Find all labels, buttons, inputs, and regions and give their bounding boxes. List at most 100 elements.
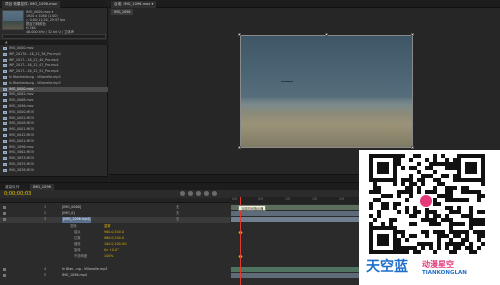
- layer-name[interactable]: [IMG_0]: [62, 211, 75, 217]
- property-value[interactable]: 100%: [104, 254, 113, 260]
- qr-module: [453, 166, 457, 170]
- property-value[interactable]: 100.0,100.0%: [104, 242, 127, 248]
- transform-handle[interactable]: [238, 33, 241, 36]
- qr-module: [401, 178, 405, 182]
- layer-name[interactable]: [IMG_1096.mp4]: [62, 217, 92, 223]
- tab-project[interactable]: 项目 效果控件: IMG_1096.mov: [2, 1, 60, 8]
- property-row[interactable]: 旋转 0x +0.0°: [0, 248, 230, 254]
- project-file-item[interactable]: In Blankenburg - Villanelle.mp3: [0, 75, 108, 80]
- transform-handle[interactable]: [411, 146, 414, 149]
- qr-module: [449, 198, 453, 202]
- project-search-input[interactable]: [2, 34, 106, 39]
- project-file-item[interactable]: IMG_1096.mov: [0, 145, 108, 150]
- property-row[interactable]: 不透明度 100%: [0, 254, 230, 260]
- project-file-item[interactable]: IMG_0000.mov: [0, 46, 108, 51]
- speaker-icon[interactable]: [3, 268, 6, 271]
- eye-icon[interactable]: [3, 274, 6, 277]
- project-file-item[interactable]: WP_2017...16_22_47_Pro.mp4: [0, 63, 108, 68]
- qr-module: [409, 158, 413, 162]
- qr-module: [393, 206, 397, 210]
- qr-module: [453, 186, 457, 190]
- project-file-item[interactable]: IMG_0068.mov: [0, 98, 108, 103]
- layer-row[interactable]: 2 [IMG_0] 无: [0, 211, 230, 217]
- qr-module: [457, 242, 461, 246]
- project-file-item[interactable]: IMG_5862.MOV: [0, 150, 108, 155]
- project-file-item[interactable]: IMG_0000.MOV: [0, 110, 108, 115]
- qr-module: [409, 222, 413, 226]
- ruler-tick: 05f: [258, 197, 264, 201]
- graph-editor-icon[interactable]: [212, 191, 217, 196]
- project-file-item[interactable]: IMG_0000.mov: [0, 86, 108, 92]
- project-file-item[interactable]: IMG_5838.MOV: [0, 168, 108, 173]
- tab-comp-timeline[interactable]: IMG_1096: [30, 184, 54, 190]
- project-file-item[interactable]: In Blankenburg - Villanelle.mp3: [0, 81, 108, 86]
- project-file-item[interactable]: IMG_1096.mov: [0, 104, 108, 109]
- property-row[interactable]: 缩放 100.0,100.0%: [0, 242, 230, 248]
- qr-module: [393, 218, 397, 222]
- property-value[interactable]: 960.0,540.0: [104, 230, 124, 236]
- qr-module: [425, 158, 429, 162]
- layer-name[interactable]: IMG_1096.mp4: [62, 273, 87, 279]
- property-row[interactable]: 锚点 960.0,540.0: [0, 230, 230, 236]
- layer-name[interactable]: In Blan...ng - Villanelle.mp3: [62, 267, 107, 273]
- property-value[interactable]: 960.0,540.0: [104, 236, 124, 242]
- eye-icon[interactable]: [3, 218, 6, 221]
- motion-blur-icon[interactable]: [204, 191, 209, 196]
- qr-module: [461, 238, 465, 242]
- layer-row[interactable]: 1 [IMG_0068] 无: [0, 205, 230, 211]
- qr-module: [437, 182, 441, 186]
- project-file-item[interactable]: IMG_5835.MOV: [0, 162, 108, 167]
- property-value[interactable]: 重置: [104, 224, 111, 230]
- transform-handle[interactable]: [238, 146, 241, 149]
- composition-canvas[interactable]: [240, 35, 413, 148]
- ship-silhouette: [281, 81, 293, 82]
- project-file-item[interactable]: IMG_0062.mov: [0, 92, 108, 97]
- footage-icon: [3, 87, 7, 91]
- qr-module: [421, 178, 425, 182]
- frame-blend-icon[interactable]: [196, 191, 201, 196]
- qr-module: [397, 162, 401, 166]
- qr-module: [453, 162, 457, 166]
- eye-icon[interactable]: [3, 206, 6, 209]
- brand-subtitle: 动漫星空: [422, 260, 454, 269]
- property-row[interactable]: 位置 960.0,540.0: [0, 236, 230, 242]
- layer-row[interactable]: 3 [IMG_1096.mp4] 无: [0, 217, 230, 223]
- property-value[interactable]: 0x +0.0°: [104, 248, 119, 254]
- viewer-subtab[interactable]: IMG_1096: [111, 9, 134, 15]
- project-file-item[interactable]: IMG_0002.MOV: [0, 116, 108, 121]
- property-row[interactable]: 变换 重置: [0, 224, 230, 230]
- qr-module: [369, 222, 373, 226]
- qr-module: [373, 198, 377, 202]
- footage-icon: [3, 70, 7, 74]
- qr-module: [373, 190, 377, 194]
- project-file-item[interactable]: WP_2017...16_22_40_Pro.mp4: [0, 58, 108, 63]
- layer-row[interactable]: 4 In Blan...ng - Villanelle.mp3: [0, 267, 230, 273]
- layer-parent[interactable]: 无: [176, 211, 179, 217]
- project-file-item[interactable]: WP_2017...16_22_51_Pro.mp4: [0, 69, 108, 74]
- tab-render-queue[interactable]: 渲染队列: [2, 184, 22, 190]
- project-file-item[interactable]: WP_20170...16_22_36_Pro.mp4: [0, 52, 108, 57]
- project-file-item[interactable]: IMG_0001.MOV: [0, 139, 108, 144]
- eye-icon[interactable]: [3, 212, 6, 215]
- layer-parent[interactable]: 无: [176, 205, 179, 211]
- project-file-item[interactable]: IMG_0042.MOV: [0, 133, 108, 138]
- qr-module: [473, 218, 477, 222]
- layer-name[interactable]: [IMG_0068]: [62, 205, 81, 211]
- footage-icon: [3, 93, 7, 97]
- qr-module: [401, 182, 405, 186]
- qr-module: [433, 162, 437, 166]
- current-timecode[interactable]: 0;00;00;03: [4, 191, 31, 197]
- file-name: IMG_0000.mov: [9, 46, 34, 50]
- draft-3d-icon[interactable]: [180, 191, 185, 196]
- project-file-item[interactable]: IMG_5833.MOV: [0, 156, 108, 161]
- qr-module: [445, 198, 449, 202]
- transform-handle[interactable]: [411, 33, 414, 36]
- project-file-item[interactable]: IMG_0001.MOV: [0, 127, 108, 132]
- tab-composition[interactable]: 合成: IMG_1096.mov ▾: [111, 1, 157, 8]
- project-file-item[interactable]: IMG_0008.MOV: [0, 121, 108, 126]
- transform-handle[interactable]: [325, 33, 328, 36]
- property-name: 锚点: [74, 230, 81, 234]
- shy-icon[interactable]: [188, 191, 193, 196]
- layer-parent[interactable]: 无: [176, 217, 179, 223]
- layer-row[interactable]: 5 IMG_1096.mp4: [0, 273, 230, 279]
